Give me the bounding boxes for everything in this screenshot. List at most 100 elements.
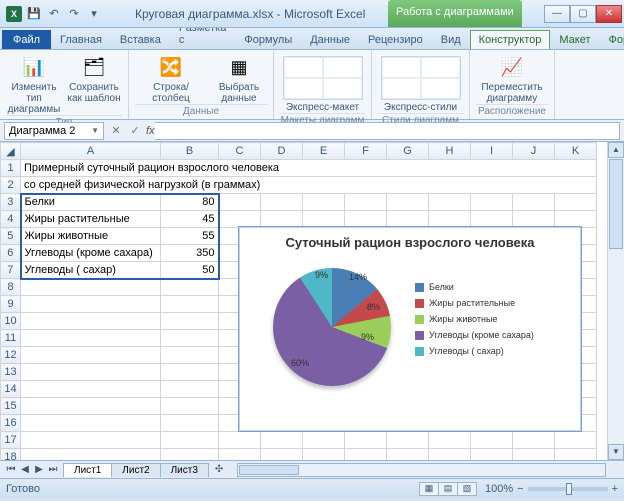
row-header[interactable]: 14 xyxy=(1,381,21,398)
name-box-dropdown-icon[interactable]: ▼ xyxy=(91,126,99,135)
zoom-in-icon[interactable]: + xyxy=(612,483,618,495)
tab-view[interactable]: Вид xyxy=(432,30,470,49)
move-chart-button[interactable]: 📈 Переместитьдиаграмму xyxy=(476,52,548,104)
chart-legend[interactable]: Белки Жиры растительные Жиры животные Уг… xyxy=(411,254,581,404)
row-header[interactable]: 1 xyxy=(1,160,21,177)
legend-item: Жиры животные xyxy=(415,314,575,324)
scroll-up-icon[interactable]: ▲ xyxy=(608,142,624,158)
row-header[interactable]: 12 xyxy=(1,347,21,364)
col-header[interactable]: I xyxy=(471,143,513,160)
view-page-break-icon[interactable]: ▧ xyxy=(457,482,477,496)
zoom-out-icon[interactable]: − xyxy=(517,483,523,495)
quick-styles-button[interactable]: Экспресс-стили xyxy=(378,52,464,113)
sheet-nav-last-icon[interactable]: ⏭ xyxy=(46,464,60,475)
cell[interactable]: Белки xyxy=(21,194,161,211)
tab-file[interactable]: Файл xyxy=(2,30,51,49)
select-data-button[interactable]: ▦ Выбратьданные xyxy=(211,52,267,104)
pie-plot-area[interactable]: 14% 8% 9% 60% 9% xyxy=(261,260,411,390)
maximize-button[interactable]: ▢ xyxy=(570,5,596,23)
tab-insert[interactable]: Вставка xyxy=(111,30,170,49)
col-header[interactable]: D xyxy=(261,143,303,160)
col-header[interactable]: F xyxy=(345,143,387,160)
name-box[interactable]: Диаграмма 2 ▼ xyxy=(4,122,104,140)
zoom-slider[interactable] xyxy=(528,487,608,491)
tab-home[interactable]: Главная xyxy=(51,30,111,49)
redo-icon[interactable]: ↷ xyxy=(66,6,82,22)
col-header[interactable]: A xyxy=(21,143,161,160)
row-header[interactable]: 13 xyxy=(1,364,21,381)
cell[interactable]: Жиры животные xyxy=(21,228,161,245)
switch-row-column-button[interactable]: 🔀 Строка/столбец xyxy=(135,52,207,104)
zoom-level[interactable]: 100% xyxy=(485,483,513,495)
sheet-nav-next-icon[interactable]: ▶ xyxy=(32,464,46,475)
enter-icon[interactable]: ✓ xyxy=(127,124,143,137)
scroll-down-icon[interactable]: ▼ xyxy=(608,444,624,460)
cell[interactable]: Примерный суточный рацион взрослого чело… xyxy=(21,160,597,177)
col-header[interactable]: B xyxy=(161,143,219,160)
tab-formulas[interactable]: Формулы xyxy=(235,30,301,49)
sheet-tab[interactable]: Лист3 xyxy=(160,463,209,477)
col-header[interactable]: C xyxy=(219,143,261,160)
undo-icon[interactable]: ↶ xyxy=(46,6,62,22)
close-button[interactable]: ✕ xyxy=(596,5,622,23)
sheet-nav-prev-icon[interactable]: ◀ xyxy=(18,464,32,475)
row-header[interactable]: 8 xyxy=(1,279,21,296)
tab-format[interactable]: Формат xyxy=(600,30,624,49)
row-header[interactable]: 4 xyxy=(1,211,21,228)
cell[interactable]: 45 xyxy=(161,211,219,228)
cell[interactable]: 50 xyxy=(161,262,219,279)
row-header[interactable]: 6 xyxy=(1,245,21,262)
status-text: Готово xyxy=(6,483,40,495)
new-sheet-icon[interactable]: ✣ xyxy=(209,464,229,475)
row-header[interactable]: 10 xyxy=(1,313,21,330)
row-header[interactable]: 18 xyxy=(1,449,21,461)
row-header[interactable]: 3 xyxy=(1,194,21,211)
formula-input[interactable] xyxy=(155,122,620,140)
cell[interactable]: Углеводы (кроме сахара) xyxy=(21,245,161,262)
chart-title[interactable]: Суточный рацион взрослого человека xyxy=(239,227,581,254)
tab-data[interactable]: Данные xyxy=(301,30,359,49)
quick-layout-button[interactable]: Экспресс-макет xyxy=(280,52,366,113)
row-header[interactable]: 16 xyxy=(1,415,21,432)
cell[interactable]: 80 xyxy=(161,194,219,211)
view-page-layout-icon[interactable]: ▤ xyxy=(438,482,458,496)
scroll-thumb[interactable] xyxy=(609,159,623,249)
vertical-scrollbar[interactable]: ▲ ▼ xyxy=(607,142,624,460)
row-header[interactable]: 17 xyxy=(1,432,21,449)
save-as-template-button[interactable]: 🗂 Сохранитькак шаблон xyxy=(66,52,122,115)
change-chart-type-button[interactable]: 📊 Изменить типдиаграммы xyxy=(6,52,62,115)
cell[interactable]: Углеводы ( сахар) xyxy=(21,262,161,279)
qat-dropdown-icon[interactable]: ▾ xyxy=(86,6,102,22)
cell[interactable]: 55 xyxy=(161,228,219,245)
col-header[interactable]: J xyxy=(513,143,555,160)
tab-layout[interactable]: Макет xyxy=(550,30,599,49)
save-icon[interactable]: 💾 xyxy=(26,6,42,22)
row-header[interactable]: 2 xyxy=(1,177,21,194)
group-label: Расположение xyxy=(476,104,548,119)
sheet-tab[interactable]: Лист1 xyxy=(63,463,112,477)
cell[interactable]: 350 xyxy=(161,245,219,262)
row-header[interactable]: 11 xyxy=(1,330,21,347)
col-header[interactable]: E xyxy=(303,143,345,160)
row-header[interactable]: 7 xyxy=(1,262,21,279)
col-header[interactable]: H xyxy=(429,143,471,160)
cell[interactable]: со средней физической нагрузкой (в грамм… xyxy=(21,177,597,194)
select-all-corner[interactable]: ◢ xyxy=(1,143,21,160)
sheet-tab[interactable]: Лист2 xyxy=(111,463,160,477)
minimize-button[interactable]: — xyxy=(544,5,570,23)
col-header[interactable]: K xyxy=(555,143,597,160)
fx-icon[interactable]: fx xyxy=(146,125,155,137)
embedded-chart[interactable]: Суточный рацион взрослого человека 14% 8… xyxy=(238,226,582,432)
row-header[interactable]: 15 xyxy=(1,398,21,415)
col-header[interactable]: G xyxy=(387,143,429,160)
view-normal-icon[interactable]: ▦ xyxy=(419,482,439,496)
tab-design[interactable]: Конструктор xyxy=(470,30,551,49)
row-header[interactable]: 9 xyxy=(1,296,21,313)
sheet-nav-first-icon[interactable]: ⏮ xyxy=(4,464,18,475)
cancel-icon[interactable]: ✕ xyxy=(108,124,124,137)
scroll-thumb[interactable] xyxy=(239,465,299,475)
cell[interactable]: Жиры растительные xyxy=(21,211,161,228)
horizontal-scrollbar[interactable] xyxy=(237,463,606,477)
tab-review[interactable]: Рецензиро xyxy=(359,30,432,49)
row-header[interactable]: 5 xyxy=(1,228,21,245)
